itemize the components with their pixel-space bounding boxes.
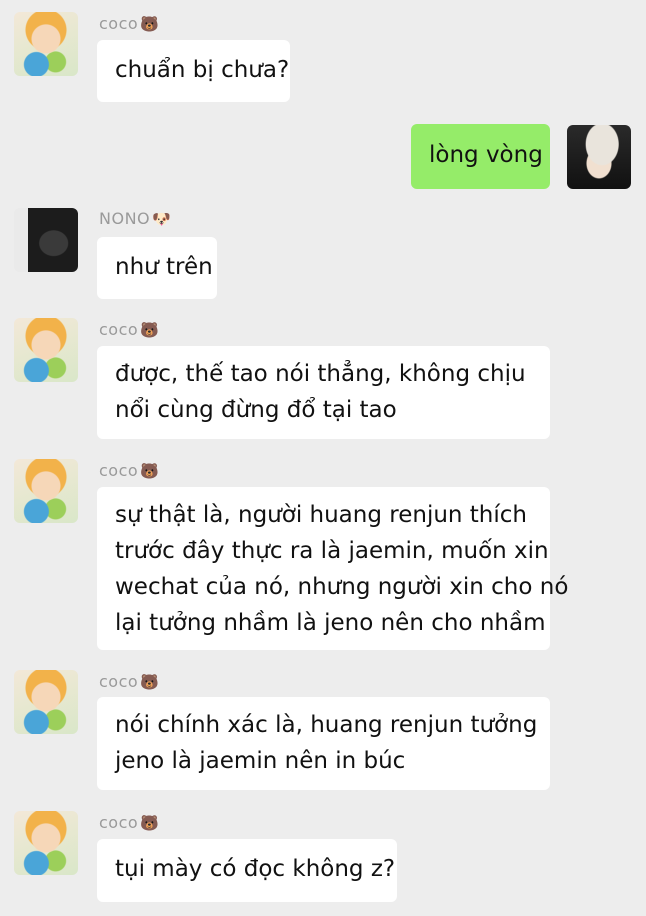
sender-name: coco 🐻 <box>99 14 159 33</box>
bear-emoji-icon: 🐻 <box>140 672 160 691</box>
message-bubble[interactable]: tụi mày có đọc không z? <box>97 839 397 902</box>
message-text: lòng vòng <box>429 142 543 168</box>
avatar-self[interactable] <box>567 125 631 189</box>
message-bubble[interactable]: lòng vòng <box>411 124 550 189</box>
dog-emoji-icon: 🐶 <box>152 209 172 228</box>
sender-name-text: coco <box>99 14 139 33</box>
sender-name-text: NONO <box>99 209 151 228</box>
sender-name: coco 🐻 <box>99 672 159 691</box>
sender-name: coco 🐻 <box>99 320 159 339</box>
message-text: trước đây thực ra là jaemin, muốn xin <box>115 538 549 564</box>
sender-name-text: coco <box>99 320 139 339</box>
bear-emoji-icon: 🐻 <box>140 461 160 480</box>
avatar-coco[interactable] <box>14 811 78 875</box>
bear-emoji-icon: 🐻 <box>140 813 160 832</box>
message-text: jeno là jaemin nên in búc <box>115 748 406 774</box>
message-text: nói chính xác là, huang renjun tưởng <box>115 712 538 738</box>
sender-name: NONO 🐶 <box>99 209 171 228</box>
message-text: sự thật là, người huang renjun thích <box>115 502 528 528</box>
sender-name-text: coco <box>99 672 139 691</box>
avatar-coco[interactable] <box>14 459 78 523</box>
message-text: chuẩn bị chưa? <box>115 57 290 83</box>
message-text: tụi mày có đọc không z? <box>115 856 396 882</box>
message-bubble[interactable]: sự thật là, người huang renjun thích trư… <box>97 487 569 650</box>
sender-name: coco 🐻 <box>99 813 159 832</box>
avatar-coco[interactable] <box>14 670 78 734</box>
message-text: được, thế tao nói thẳng, không chịu <box>115 361 526 387</box>
message-text: như trên <box>115 254 213 280</box>
bear-emoji-icon: 🐻 <box>140 14 160 33</box>
message-text: nổi cùng đừng đổ tại tao <box>115 397 397 423</box>
sender-name-text: coco <box>99 813 139 832</box>
avatar-nono[interactable] <box>14 208 78 272</box>
bear-emoji-icon: 🐻 <box>140 320 160 339</box>
message-text: lại tưởng nhầm là jeno nên cho nhầm <box>115 610 546 636</box>
avatar-coco[interactable] <box>14 12 78 76</box>
sender-name-text: coco <box>99 461 139 480</box>
message-bubble[interactable]: được, thế tao nói thẳng, không chịu nổi … <box>97 346 550 439</box>
message-text: wechat của nó, nhưng người xin cho nó <box>115 574 569 600</box>
avatar-coco[interactable] <box>14 318 78 382</box>
message-bubble[interactable]: như trên <box>97 237 217 299</box>
message-bubble[interactable]: chuẩn bị chưa? <box>97 40 290 102</box>
message-bubble[interactable]: nói chính xác là, huang renjun tưởng jen… <box>97 697 550 790</box>
sender-name: coco 🐻 <box>99 461 159 480</box>
